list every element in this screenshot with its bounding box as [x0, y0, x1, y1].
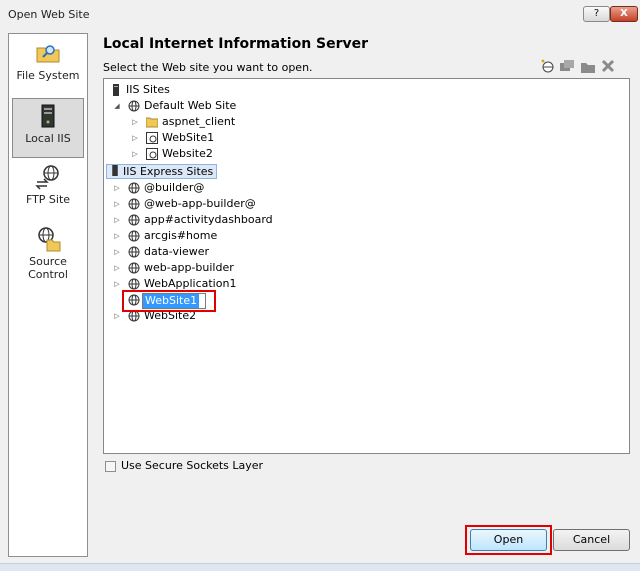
tree-node-label-selected: IIS Express Sites [106, 164, 218, 179]
cancel-button[interactable]: Cancel [553, 529, 630, 551]
ssl-label: Use Secure Sockets Layer [121, 459, 264, 472]
tree-node-website1-app[interactable]: ▷ WebSite1 [128, 130, 328, 146]
instruction-text: Select the Web site you want to open. [103, 61, 313, 74]
globe-icon [128, 198, 140, 210]
tree-node-iis-express-sites[interactable]: IIS Express Sites [106, 163, 306, 179]
tree-node-label: aspnet_client [162, 115, 236, 128]
globe-icon [128, 214, 140, 226]
sidebar-item-label: File System [16, 69, 80, 82]
tree-node-express-site[interactable]: ▷ web-app-builder [110, 260, 310, 276]
tree-node-label: web-app-builder [144, 261, 234, 274]
delete-icon[interactable] [601, 58, 615, 74]
globe-icon [128, 278, 140, 290]
server-icon [112, 165, 118, 176]
expand-arrow-icon[interactable]: ▷ [112, 228, 122, 244]
tree-node-label: WebSite1 [162, 131, 215, 144]
expand-arrow-icon[interactable]: ▷ [112, 244, 122, 260]
globe-icon [128, 262, 140, 274]
tree-node-label: data-viewer [144, 245, 210, 258]
sidebar-item-file-system[interactable]: File System [12, 40, 84, 92]
server-icon [113, 84, 119, 96]
folder-icon [146, 117, 158, 128]
new-site-icon[interactable] [540, 58, 554, 74]
globe-icon [128, 246, 140, 258]
expand-arrow-icon[interactable]: ▷ [112, 180, 122, 196]
tree-node-text: IIS Express Sites [123, 165, 214, 178]
collapse-arrow-icon[interactable]: ◢ [112, 98, 122, 114]
tree-node-express-site[interactable]: ▷ arcgis#home [110, 228, 310, 244]
tree-node-label: @builder@ [144, 181, 205, 194]
tree-node-aspnet-client[interactable]: ▷ aspnet_client [128, 114, 328, 130]
location-sidebar: File System Local IIS FTP Site Source Co… [8, 33, 88, 557]
tree-node-express-site[interactable]: ▷ @web-app-builder@ [110, 196, 310, 212]
sidebar-item-label: Source Control [28, 255, 68, 281]
annotation-highlight-rename [122, 290, 216, 312]
sidebar-item-label: FTP Site [25, 193, 71, 206]
expand-arrow-icon[interactable]: ▷ [130, 130, 140, 146]
open-button[interactable]: Open [470, 529, 547, 551]
globe-icon [128, 230, 140, 242]
globe-icon [128, 182, 140, 194]
site-tree[interactable]: IIS Sites ◢ Default Web Site ▷ aspnet_cl… [103, 78, 630, 454]
expand-arrow-icon[interactable]: ▷ [112, 196, 122, 212]
page-title: Local Internet Information Server [103, 36, 369, 52]
globe-arrows-icon [35, 165, 59, 190]
expand-arrow-icon[interactable]: ▷ [130, 146, 140, 162]
help-button[interactable]: ? [583, 6, 610, 22]
tree-node-label: IIS Sites [126, 83, 170, 96]
web-application-icon [146, 148, 158, 160]
sidebar-item-label: Local IIS [25, 132, 71, 145]
tree-node-label: arcgis#home [144, 229, 218, 242]
close-button[interactable]: X [610, 6, 638, 22]
tree-node-label: Default Web Site [144, 99, 237, 112]
tree-node-express-site[interactable]: ▷ app#activitydashboard [110, 212, 310, 228]
tree-node-default-web-site[interactable]: ◢ Default Web Site [110, 98, 310, 114]
title-bar: Open Web Site ? X [0, 0, 640, 29]
tree-node-express-site[interactable]: ▷ @builder@ [110, 180, 310, 196]
expand-arrow-icon[interactable]: ▷ [112, 276, 122, 292]
expand-arrow-icon[interactable]: ▷ [130, 114, 140, 130]
tree-node-website2-app[interactable]: ▷ Website2 [128, 146, 328, 162]
web-application-icon [146, 132, 158, 144]
tree-node-label: app#activitydashboard [144, 213, 273, 226]
new-virtual-directory-icon[interactable] [580, 58, 596, 74]
globe-icon [128, 100, 140, 112]
tree-node-label: Website2 [162, 147, 213, 160]
tree-node-express-site[interactable]: ▷ data-viewer [110, 244, 310, 260]
new-application-icon[interactable] [559, 58, 575, 74]
ssl-checkbox[interactable] [105, 461, 116, 472]
sidebar-item-local-iis[interactable]: Local IIS [12, 98, 84, 158]
folder-search-icon [36, 45, 60, 63]
expand-arrow-icon[interactable]: ▷ [112, 260, 122, 276]
sidebar-item-source-control[interactable]: Source Control [12, 226, 84, 286]
globe-folder-icon [38, 227, 61, 252]
server-icon [41, 104, 55, 128]
expand-arrow-icon[interactable]: ▷ [112, 308, 122, 324]
tree-node-iis-sites[interactable]: IIS Sites [110, 82, 230, 98]
sidebar-item-ftp-site[interactable]: FTP Site [12, 164, 84, 216]
tree-node-label: @web-app-builder@ [144, 197, 256, 210]
window-title: Open Web Site [8, 8, 90, 21]
expand-arrow-icon[interactable]: ▷ [112, 212, 122, 228]
